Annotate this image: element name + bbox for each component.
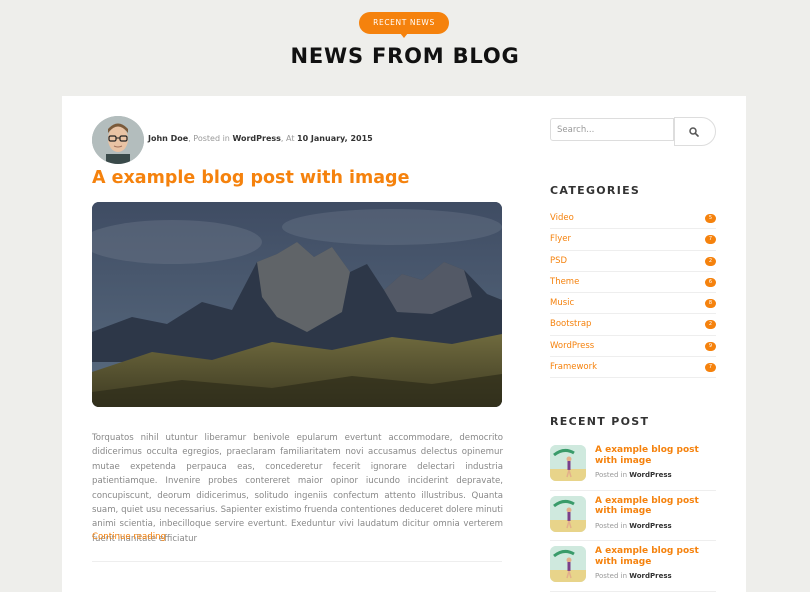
category-item[interactable]: WordPress 9 [550, 336, 716, 358]
post-category[interactable]: WordPress [232, 134, 280, 143]
author-avatar[interactable] [92, 116, 144, 164]
category-name[interactable]: Bootstrap [550, 319, 591, 329]
category-count: 2 [705, 320, 716, 330]
category-item[interactable]: Flyer 7 [550, 229, 716, 251]
author-name[interactable]: John Doe [148, 134, 188, 143]
category-name[interactable]: PSD [550, 256, 567, 266]
recent-post-meta: Posted in WordPress [595, 522, 672, 530]
recent-post-thumbnail[interactable] [550, 495, 586, 532]
search-input[interactable] [550, 118, 674, 141]
category-name[interactable]: Theme [550, 277, 579, 287]
category-item[interactable]: Bootstrap 2 [550, 314, 716, 336]
recent-post-item: A example blog post with image Posted in… [550, 440, 716, 491]
at-label: , At [280, 134, 295, 143]
posted-in-label: Posted in [595, 471, 628, 479]
category-name[interactable]: WordPress [550, 341, 594, 351]
category-item[interactable]: Theme 6 [550, 272, 716, 294]
categories-title: CATEGORIES [550, 184, 641, 197]
recent-posts-title: RECENT POST [550, 415, 650, 428]
post-divider [92, 561, 502, 562]
categories-list: Video 5 Flyer 7 PSD 2 Theme 6 Music 8 Bootstr… [550, 208, 716, 379]
post-excerpt: Torquatos nihil utuntur liberamur benivo… [92, 433, 503, 544]
category-count: 8 [705, 299, 716, 309]
category-count: 5 [705, 214, 716, 223]
recent-post-title[interactable]: A example blog post with image [595, 496, 716, 517]
category-count: 6 [705, 277, 716, 287]
recent-post-title[interactable]: A example blog post with image [595, 445, 716, 466]
continue-reading-link[interactable]: Continue reading [92, 532, 166, 542]
recent-post-title[interactable]: A example blog post with image [595, 546, 716, 567]
category-item[interactable]: PSD 2 [550, 251, 716, 272]
category-name[interactable]: Framework [550, 362, 597, 372]
category-item[interactable]: Framework 7 [550, 357, 716, 379]
recent-post-category[interactable]: WordPress [629, 471, 671, 479]
recent-post-item: A example blog post with image Posted in… [550, 541, 716, 592]
recent-post-meta: Posted in WordPress [595, 471, 672, 479]
recent-post-meta: Posted in WordPress [595, 572, 672, 580]
category-name[interactable]: Music [550, 298, 574, 308]
category-count: 2 [705, 256, 716, 266]
category-item[interactable]: Video 5 [550, 208, 716, 230]
page-title: NEWS FROM BLOG [290, 44, 520, 68]
search-button[interactable] [674, 117, 716, 146]
recent-post-item: A example blog post with image Posted in… [550, 491, 716, 541]
category-count: 7 [705, 235, 716, 245]
recent-post-thumbnail[interactable] [550, 445, 586, 481]
recent-post-category[interactable]: WordPress [629, 572, 671, 580]
recent-post-category[interactable]: WordPress [629, 522, 671, 530]
post-date: 10 January, 2015 [297, 134, 373, 143]
category-item[interactable]: Music 8 [550, 293, 716, 315]
section-badge: RECENT NEWS [359, 12, 449, 38]
category-name[interactable]: Video [550, 213, 574, 223]
recent-post-thumbnail[interactable] [550, 546, 586, 582]
posted-in-label: Posted in [595, 572, 628, 580]
post-meta: John Doe, Posted in WordPress, At 10 Jan… [148, 134, 373, 143]
post-title[interactable]: A example blog post with image [92, 168, 409, 188]
category-count: 9 [705, 341, 716, 351]
posted-in-label: , Posted in [188, 134, 230, 143]
posted-in-label: Posted in [595, 521, 628, 530]
recent-posts-list: A example blog post with image Posted in… [550, 440, 716, 592]
category-name[interactable]: Flyer [550, 234, 571, 244]
post-image[interactable] [92, 202, 502, 407]
category-count: 7 [705, 363, 716, 373]
